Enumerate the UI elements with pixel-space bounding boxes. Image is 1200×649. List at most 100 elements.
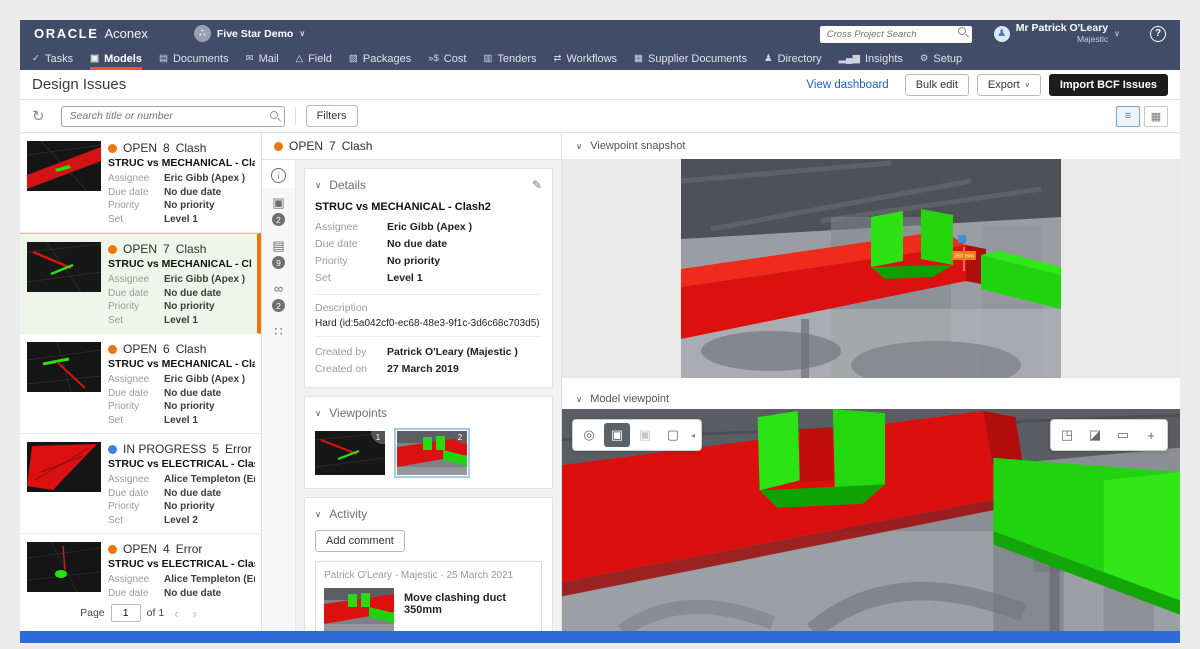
nav-setup[interactable]: ⚙Setup xyxy=(920,47,962,70)
cost-icon: »$ xyxy=(428,53,439,64)
collapse-toolbar-icon[interactable]: ◂ xyxy=(688,431,698,440)
next-page-icon[interactable]: › xyxy=(189,606,201,621)
status-text: OPEN xyxy=(123,542,157,556)
user-menu[interactable]: ♟ Mr Patrick O'LearyMajestic ∨ xyxy=(994,23,1120,45)
chevron-down-icon[interactable]: ∨ xyxy=(315,180,321,191)
workflow-tab[interactable]: ∷ xyxy=(262,317,295,344)
cross-project-search-input[interactable] xyxy=(820,26,972,43)
nav-tasks[interactable]: ✓Tasks xyxy=(32,47,73,70)
issue-thumbnail xyxy=(27,542,101,592)
model-viewpoint-canvas[interactable]: ◎ ▣ ▣ ▢ ◂ ◳ ◪ ▭ + xyxy=(562,409,1180,631)
nav-cost[interactable]: »$Cost xyxy=(428,47,466,70)
refresh-icon[interactable]: ↻ xyxy=(32,107,45,125)
status-dot xyxy=(274,142,283,151)
svg-text:350 mm: 350 mm xyxy=(954,254,974,260)
issue-card-7-selected[interactable]: OPEN7Clash STRUC vs MECHANICAL - Clash2 … xyxy=(20,233,261,334)
divider xyxy=(315,294,542,295)
model-viewpoint-header: ∨ Model viewpoint xyxy=(562,389,1180,409)
page-number-input[interactable] xyxy=(111,604,141,622)
model-mode-selected-icon[interactable]: ▣ xyxy=(604,423,630,447)
issue-thumbnail xyxy=(27,141,101,191)
viewpoint-snapshot-region: 350 mm xyxy=(562,159,1180,378)
oracle-logo: ORACLEAconex xyxy=(34,25,148,43)
issue-card-4[interactable]: OPEN4Error STRUC vs ELECTRICAL - Clash3 … xyxy=(20,534,261,596)
packages-icon: ▧ xyxy=(349,53,358,64)
status-dot xyxy=(108,545,117,554)
model-mode-disabled-icon[interactable]: ▣ xyxy=(632,423,658,447)
view-dashboard-link[interactable]: View dashboard xyxy=(806,79,888,91)
supplier-docs-icon: ▦ xyxy=(634,53,643,64)
links-count-badge: 2 xyxy=(272,299,285,312)
measure-icon[interactable]: ▭ xyxy=(1110,423,1136,447)
activity-section-title: Activity xyxy=(329,507,367,521)
filter-toolbar: ↻ Filters ≡ ▦ xyxy=(20,100,1180,133)
help-icon[interactable]: ? xyxy=(1150,26,1166,42)
issue-title: STRUC vs ELECTRICAL - Clash3 xyxy=(108,558,255,570)
grid-view-toggle[interactable]: ▦ xyxy=(1144,106,1168,127)
issue-search-input[interactable] xyxy=(61,106,285,127)
viewpoint-thumb-1[interactable]: 1 xyxy=(315,431,385,475)
nav-tenders[interactable]: ▥Tenders xyxy=(483,47,536,70)
nav-directory[interactable]: ♟Directory xyxy=(764,47,822,70)
issue-card-8[interactable]: OPEN8Clash STRUC vs MECHANICAL - Clash3 … xyxy=(20,133,261,233)
page-of-label: of 1 xyxy=(147,607,165,619)
chevron-down-icon[interactable]: ∨ xyxy=(315,408,321,419)
comments-tab[interactable]: ▤9 xyxy=(262,231,295,274)
detail-status-header: OPEN 7 Clash xyxy=(262,133,561,160)
cross-project-search xyxy=(820,24,972,43)
issue-card-6[interactable]: OPEN6Clash STRUC vs MECHANICAL - Clash1 … xyxy=(20,334,261,434)
prev-page-icon[interactable]: ‹ xyxy=(170,606,182,621)
links-tab[interactable]: ∞2 xyxy=(262,274,295,317)
nav-mail[interactable]: ✉Mail xyxy=(246,47,279,70)
user-org: Majestic xyxy=(1016,34,1108,45)
chevron-down-icon[interactable]: ∨ xyxy=(576,394,582,405)
issues-list: OPEN8Clash STRUC vs MECHANICAL - Clash3 … xyxy=(20,133,262,631)
section-gap xyxy=(562,378,1180,389)
bulk-edit-button[interactable]: Bulk edit xyxy=(905,74,969,96)
nav-documents[interactable]: ▤Documents xyxy=(159,47,229,70)
edit-icon[interactable]: ✎ xyxy=(532,178,542,192)
user-name: Mr Patrick O'Leary xyxy=(1016,22,1108,34)
issue-thumbnail xyxy=(27,442,101,492)
model-mode-outline-icon[interactable]: ▢ xyxy=(660,423,686,447)
chevron-down-icon[interactable]: ∨ xyxy=(576,141,582,152)
activity-comment-text: Move clashing duct 350mm xyxy=(404,588,533,616)
section-cube-icon[interactable]: ◪ xyxy=(1082,423,1108,447)
visibility-eye-icon[interactable]: ◎ xyxy=(576,423,602,447)
chevron-down-icon: ∨ xyxy=(1025,81,1030,89)
nav-models[interactable]: ▣Models xyxy=(90,47,142,70)
add-comment-button[interactable]: Add comment xyxy=(315,530,405,552)
nav-workflows[interactable]: ⇄Workflows xyxy=(554,47,618,70)
status-text: OPEN xyxy=(123,242,157,256)
filters-button[interactable]: Filters xyxy=(306,105,358,127)
search-icon[interactable] xyxy=(958,27,966,35)
viewpoints-tab[interactable]: ▣2 xyxy=(262,188,295,231)
page-title: Design Issues xyxy=(32,76,126,93)
nav-field[interactable]: △Field xyxy=(296,47,332,70)
chevron-down-icon: ∨ xyxy=(1114,29,1120,38)
details-section-title: Details xyxy=(329,178,366,192)
comments-count-badge: 9 xyxy=(272,256,285,269)
import-bcf-button[interactable]: Import BCF Issues xyxy=(1049,74,1168,96)
search-icon[interactable] xyxy=(270,111,278,119)
nav-insights[interactable]: ▂▄▆Insights xyxy=(839,47,903,70)
divider xyxy=(295,107,296,125)
chevron-down-icon[interactable]: ∨ xyxy=(315,509,321,520)
nav-supplier-documents[interactable]: ▦Supplier Documents xyxy=(634,47,747,70)
issue-card-5[interactable]: IN PROGRESS5Error STRUC vs ELECTRICAL - … xyxy=(20,434,261,534)
zoom-in-icon[interactable]: + xyxy=(1138,423,1164,447)
issue-title: STRUC vs ELECTRICAL - Clash4 xyxy=(108,458,255,470)
nav-packages[interactable]: ▧Packages xyxy=(349,47,411,70)
project-selector[interactable]: ∴ Five Star Demo ∨ xyxy=(194,25,305,42)
viewpoint-thumb-2[interactable]: 2 xyxy=(397,431,467,475)
list-view-toggle[interactable]: ≡ xyxy=(1116,106,1140,127)
status-dot xyxy=(108,445,117,454)
info-tab[interactable]: i xyxy=(262,160,295,188)
export-button[interactable]: Export∨ xyxy=(977,74,1041,96)
comment-icon: ▤ xyxy=(272,239,284,253)
top-bar: ORACLEAconex ∴ Five Star Demo ∨ ♟ Mr Pat… xyxy=(20,20,1180,70)
issue-thumbnail xyxy=(27,242,101,292)
status-dot xyxy=(108,144,117,153)
issue-thumbnail xyxy=(27,342,101,392)
clip-box-icon[interactable]: ◳ xyxy=(1054,423,1080,447)
